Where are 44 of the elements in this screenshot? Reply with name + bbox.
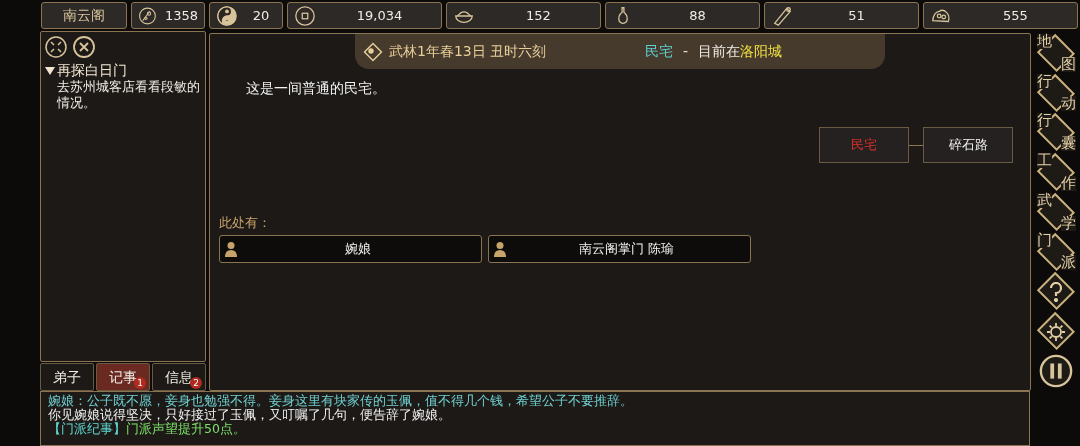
stat-counter: 20 <box>209 2 283 29</box>
menu-button[interactable]: 工 作 <box>1034 152 1077 192</box>
map-node[interactable]: 碎石路 <box>923 127 1013 163</box>
stat-counter: 1358 <box>131 2 205 29</box>
menu-button[interactable]: 行 动 <box>1034 72 1077 113</box>
stat-counter: 51 <box>764 2 919 29</box>
person-icon <box>224 240 238 257</box>
person-icon <box>493 240 507 257</box>
pause-button[interactable] <box>1037 353 1074 388</box>
map-node[interactable]: 民宅 <box>819 127 909 163</box>
tab[interactable]: 弟子 <box>40 363 94 391</box>
menu-button[interactable]: 地 图 <box>1034 33 1077 73</box>
badge: 2 <box>190 377 202 389</box>
coin-icon <box>294 4 316 27</box>
here-label: 此处有： <box>219 214 272 232</box>
place-name: 民宅 <box>645 42 673 61</box>
collapse-icon[interactable] <box>45 36 67 58</box>
person-button[interactable]: 南云阁掌门 陈瑜 <box>488 234 751 263</box>
quest-title[interactable]: 再探白日门 <box>57 62 127 79</box>
quest-detail: 去苏州城客店看看段敏的情况。 <box>56 79 201 111</box>
settings-icon <box>1045 322 1066 343</box>
separator: - <box>682 42 690 61</box>
person-button[interactable]: 婉娘 <box>219 234 482 263</box>
stat-counter: 555 <box>923 2 1078 29</box>
sect-name[interactable]: 南云阁 <box>41 2 127 29</box>
yin-yang-icon <box>216 4 238 27</box>
place-description: 这是一间普通的民宅。 <box>246 79 387 98</box>
menu-button[interactable]: 行 囊 <box>1034 112 1077 153</box>
log-text: 【门派纪事】 <box>48 422 126 436</box>
scroll-icon <box>771 4 793 27</box>
stat-counter: 19,034 <box>287 2 442 29</box>
stat-counter: 88 <box>605 2 760 29</box>
compass-icon <box>363 41 383 62</box>
menu-button[interactable]: 武 学 <box>1034 191 1077 232</box>
stat-counter: 152 <box>446 2 601 29</box>
log-text: 你见婉娘说得坚决，只好接过了玉佩，又叮嘱了几句，便告辞了婉娘。 <box>48 408 451 422</box>
log-text: 门派声望提升50点。 <box>126 422 246 436</box>
location-label: 目前在洛阳城 <box>698 42 783 61</box>
help-icon <box>1047 282 1064 303</box>
menu-button[interactable]: 门 派 <box>1034 231 1077 272</box>
game-date: 武林1年春13日 丑时六刻 <box>389 42 548 61</box>
log-text: 婉娘：公子既不愿，妾身也勉强不得。妾身这里有块家传的玉佩，值不得几个钱，希望公子不要推辞。 <box>48 394 633 408</box>
close-icon[interactable] <box>73 36 95 58</box>
expanded-triangle-icon[interactable] <box>45 65 55 76</box>
